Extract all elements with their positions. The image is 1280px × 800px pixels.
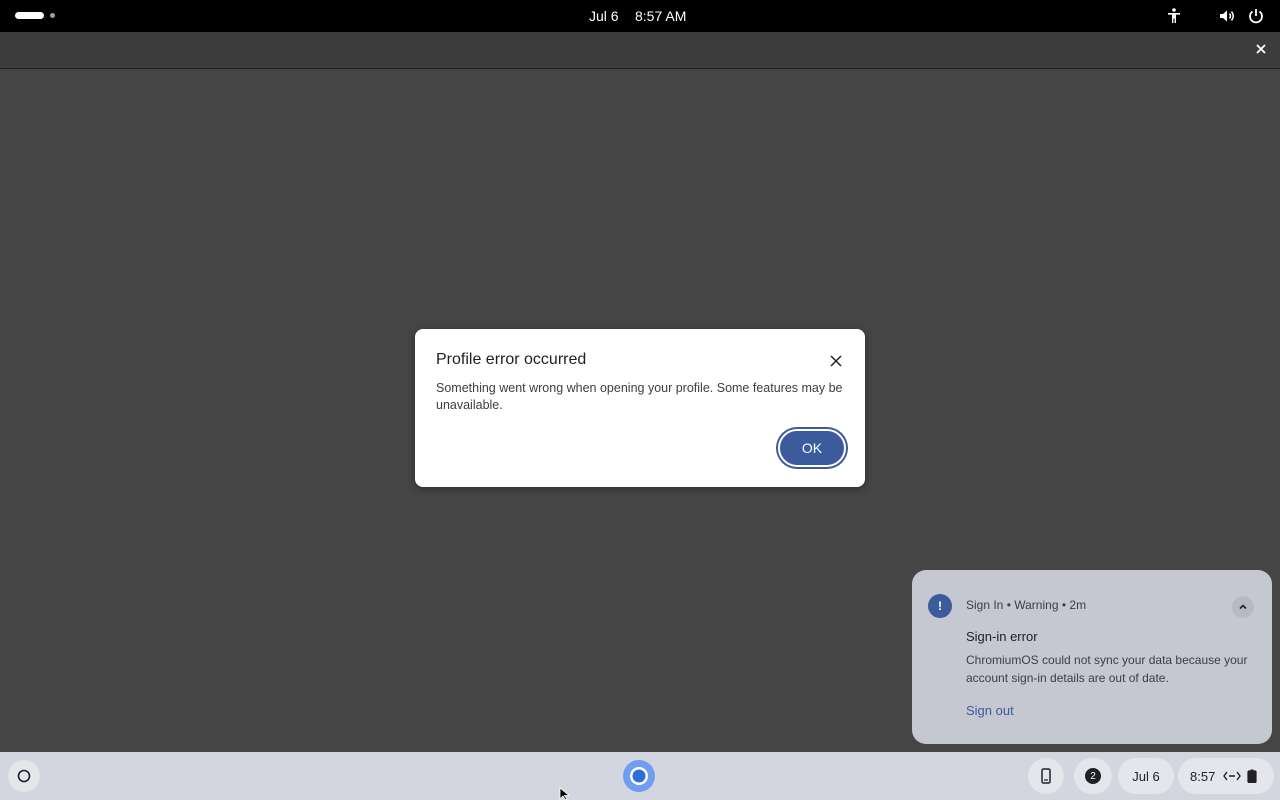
window-close-icon[interactable] <box>1254 42 1268 56</box>
ok-button[interactable]: OK <box>778 429 846 467</box>
chevron-up-icon <box>1239 604 1247 610</box>
mouse-cursor-icon <box>559 787 571 800</box>
desk-indicator-inactive[interactable] <box>50 13 55 18</box>
notification-counter-button[interactable]: 2 <box>1074 758 1112 794</box>
profile-error-dialog: Profile error occurred Something went wr… <box>415 329 865 487</box>
phone-hub-button[interactable] <box>1028 758 1064 794</box>
system-top-bar: Jul 6 8:57 AM <box>0 0 1280 32</box>
dialog-close-icon[interactable] <box>829 354 843 368</box>
dialog-message: Something went wrong when opening your p… <box>436 381 843 412</box>
notification-app: Sign In <box>966 598 1004 612</box>
desk-indicator-active[interactable] <box>15 12 44 19</box>
collapse-notification-button[interactable] <box>1232 596 1254 618</box>
top-bar-time: 8:57 AM <box>635 8 687 24</box>
launcher-icon <box>17 769 31 783</box>
system-tray-button[interactable]: 8:57 <box>1178 758 1274 794</box>
warning-icon: ! <box>928 594 952 618</box>
window-frame <box>0 32 1280 69</box>
volume-icon[interactable] <box>1218 7 1236 25</box>
shelf-time: 8:57 <box>1190 768 1216 784</box>
phone-icon <box>1041 768 1051 784</box>
notification-message: ChromiumOS could not sync your data beca… <box>966 653 1248 685</box>
notification-header: Sign In • Warning • 2m <box>966 598 1086 612</box>
accessibility-icon[interactable] <box>1165 7 1183 25</box>
notification-count: 2 <box>1085 768 1101 784</box>
notification-severity: Warning <box>1014 598 1059 612</box>
shelf: 2 Jul 6 8:57 <box>0 752 1280 800</box>
top-bar-date: Jul 6 <box>589 8 619 24</box>
shelf-date-button[interactable]: Jul 6 <box>1118 758 1174 794</box>
power-icon[interactable] <box>1247 7 1265 25</box>
chromium-icon[interactable] <box>622 759 656 793</box>
sign-out-button[interactable]: Sign out <box>966 703 1014 718</box>
notification-title: Sign-in error <box>966 629 1038 644</box>
notification-age: 2m <box>1069 598 1087 612</box>
battery-icon <box>1247 769 1257 783</box>
dialog-title: Profile error occurred <box>436 351 587 368</box>
network-icon <box>1223 771 1242 781</box>
launcher-button[interactable] <box>8 760 40 792</box>
sign-in-notification[interactable]: ! Sign In • Warning • 2m Sign-in error C… <box>912 570 1272 744</box>
